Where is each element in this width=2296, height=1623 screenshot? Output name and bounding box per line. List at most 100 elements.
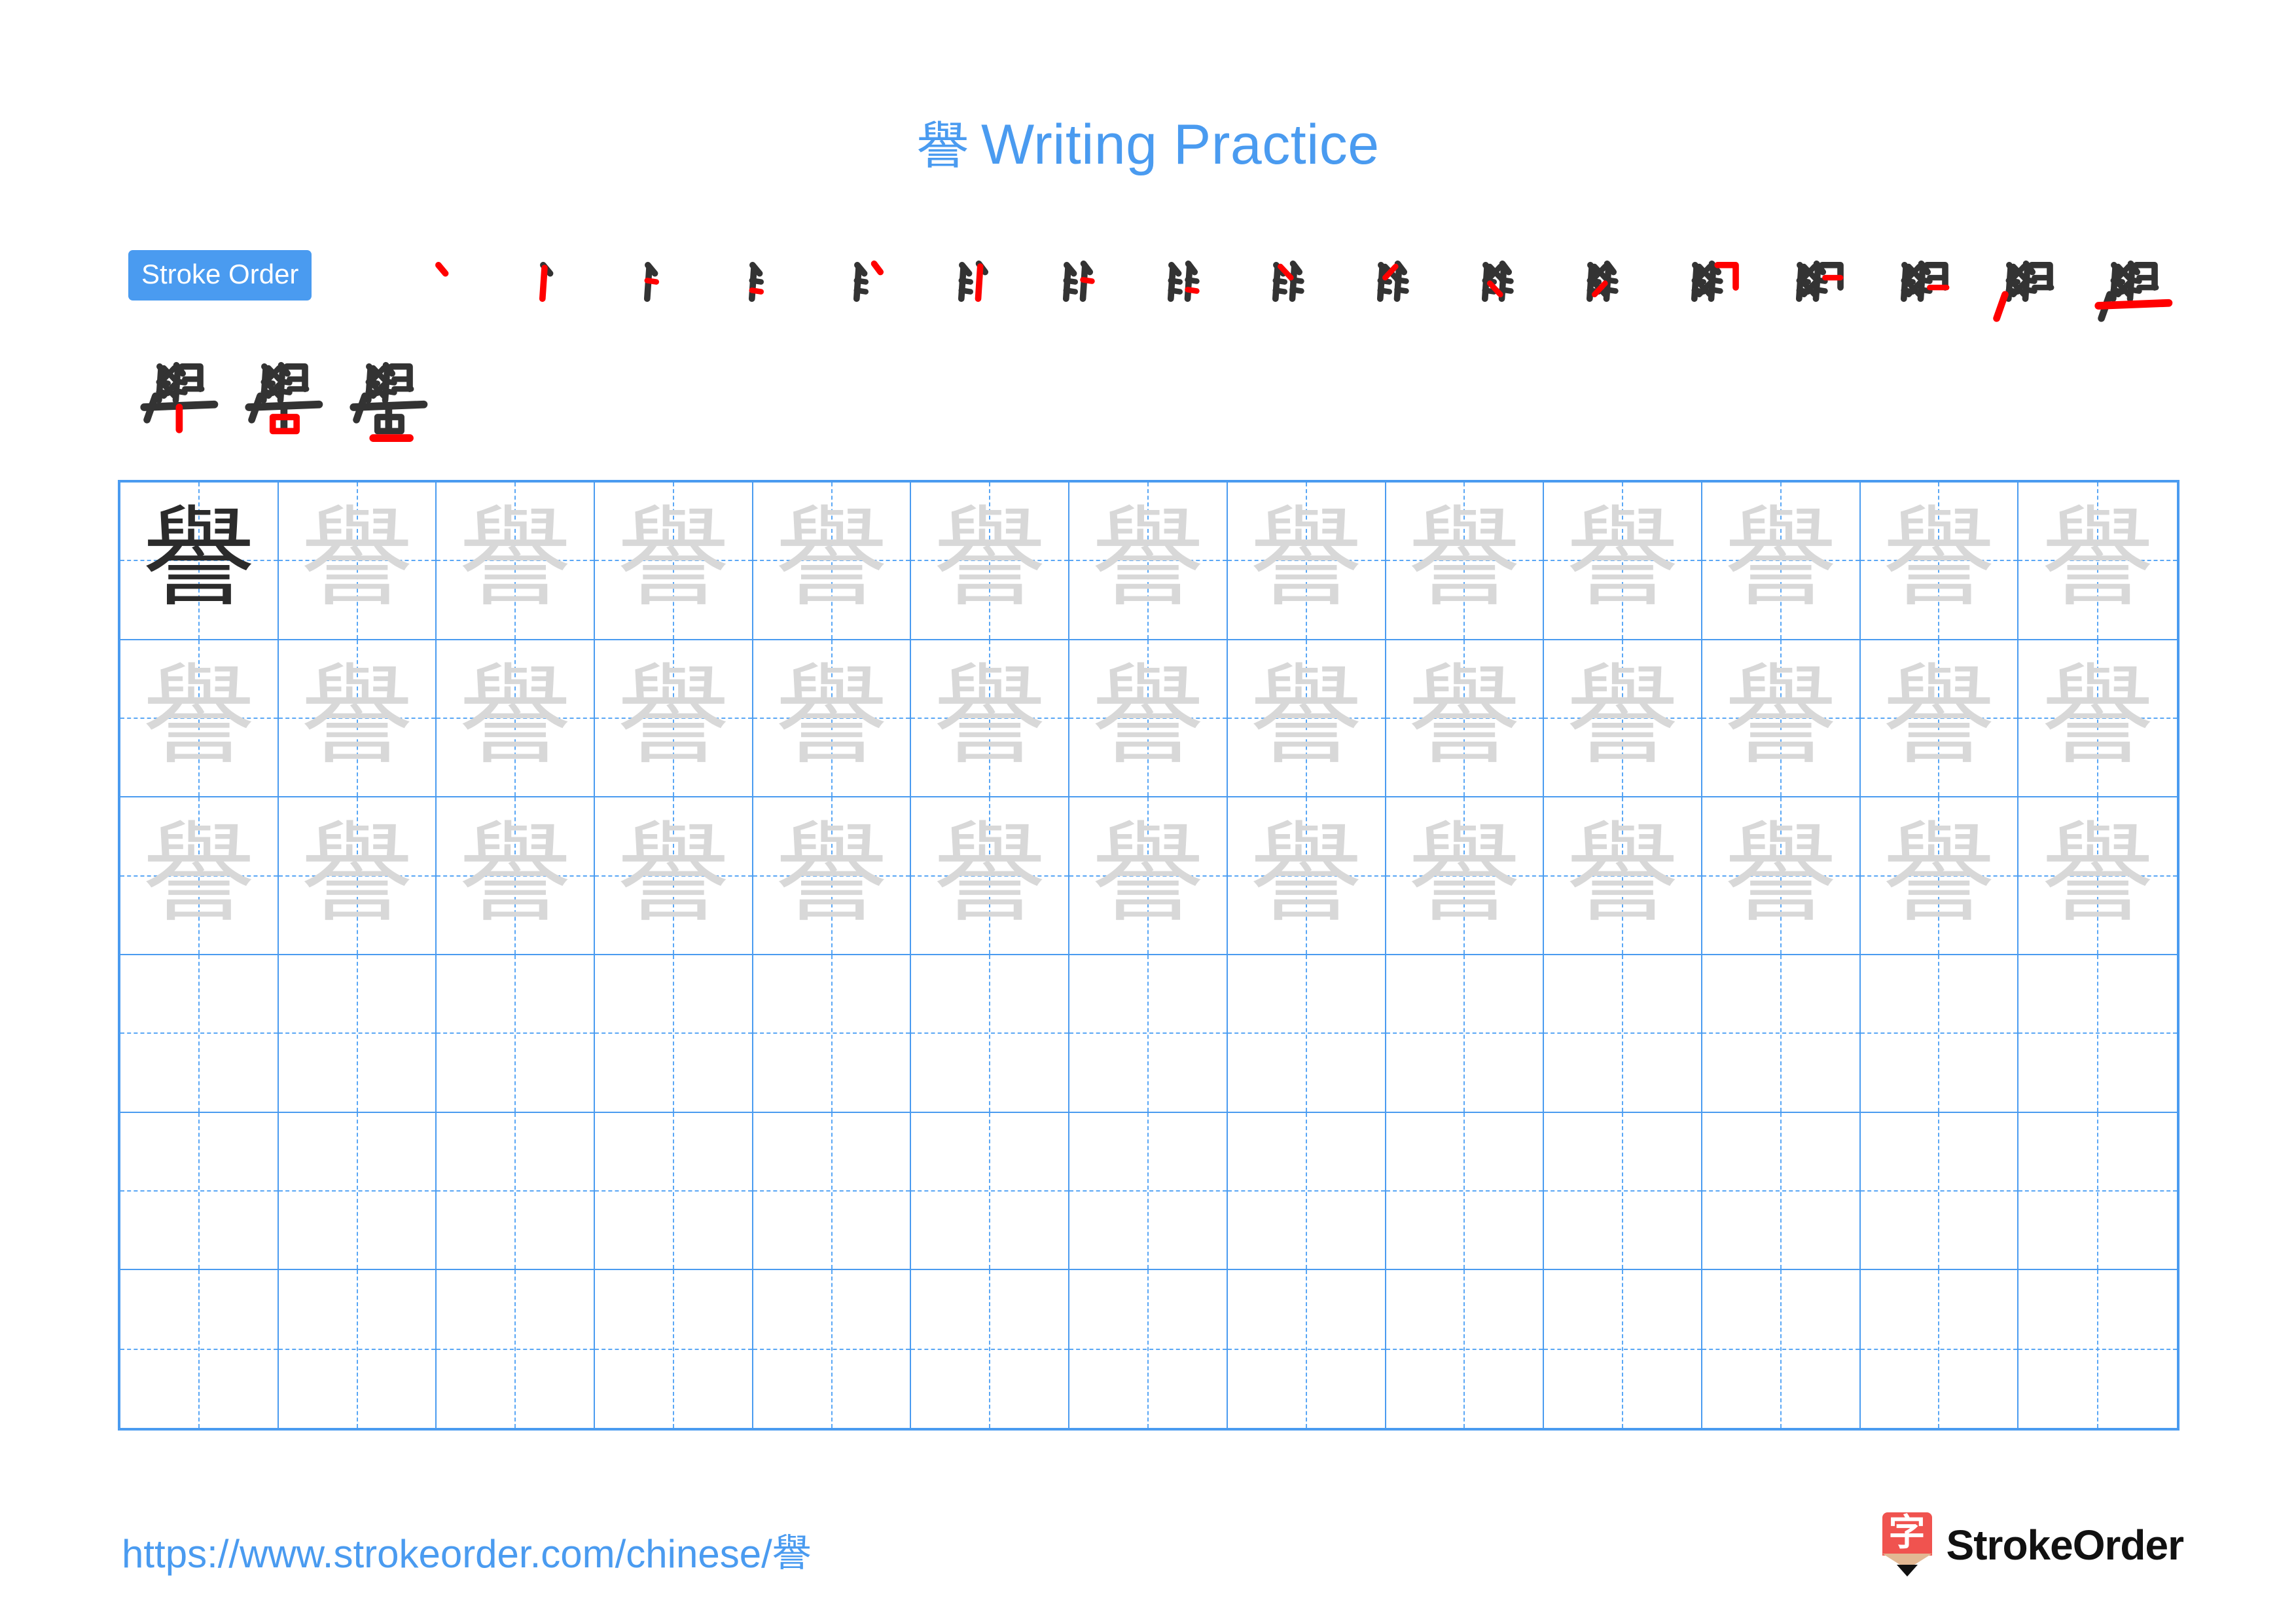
practice-cell[interactable] — [437, 1270, 596, 1428]
practice-cell[interactable] — [911, 1270, 1070, 1428]
trace-character: 譽 — [1724, 651, 1837, 784]
stroke-step-diagram — [140, 361, 219, 433]
practice-cell[interactable] — [1544, 1112, 1702, 1271]
practice-cell[interactable] — [1702, 1270, 1861, 1428]
practice-cell[interactable]: 譽 — [1860, 483, 2019, 640]
existing-stroke — [1394, 277, 1409, 284]
practice-cell[interactable] — [120, 1112, 279, 1271]
practice-cell[interactable] — [1702, 1112, 1861, 1271]
practice-cell[interactable] — [1227, 1112, 1386, 1271]
practice-cell[interactable] — [1544, 955, 1702, 1113]
practice-cell[interactable]: 譽 — [120, 797, 279, 955]
practice-cell[interactable] — [1228, 1270, 1386, 1428]
practice-cell[interactable] — [1386, 955, 1545, 1113]
practice-cell[interactable]: 譽 — [1069, 483, 1228, 640]
practice-cell[interactable]: 譽 — [911, 483, 1070, 640]
practice-cell[interactable]: 譽 — [2018, 640, 2177, 798]
trace-character: 譽 — [1408, 809, 1521, 941]
practice-cell[interactable]: 譽 — [1702, 483, 1861, 640]
practice-cell[interactable]: 譽 — [120, 483, 279, 640]
practice-cell[interactable] — [1544, 1270, 1702, 1428]
practice-cell[interactable]: 譽 — [1227, 797, 1386, 955]
practice-cell[interactable]: 譽 — [595, 483, 753, 640]
practice-cell[interactable]: 譽 — [1227, 483, 1386, 640]
practice-cell[interactable] — [1386, 1270, 1545, 1428]
practice-cell[interactable] — [437, 955, 596, 1113]
practice-cell[interactable]: 譽 — [1227, 640, 1386, 798]
practice-cell[interactable]: 譽 — [595, 640, 753, 798]
practice-cell[interactable] — [1069, 955, 1228, 1113]
practice-cell[interactable] — [595, 1270, 753, 1428]
practice-cell[interactable]: 譽 — [2018, 483, 2177, 640]
practice-cell[interactable] — [595, 1112, 753, 1271]
practice-cell[interactable]: 譽 — [278, 640, 437, 798]
trace-character: 譽 — [1249, 809, 1363, 941]
practice-cell[interactable] — [1069, 1112, 1228, 1271]
empty-cell — [1386, 955, 1543, 1112]
practice-cell[interactable] — [2018, 1113, 2177, 1271]
practice-cell[interactable] — [1860, 1112, 2019, 1271]
practice-cell[interactable]: 譽 — [437, 640, 596, 798]
practice-cell[interactable]: 譽 — [595, 797, 753, 955]
practice-cell[interactable] — [1702, 955, 1861, 1113]
trace-character: 譽 — [1566, 651, 1679, 784]
practice-cell[interactable]: 譽 — [753, 483, 912, 640]
practice-cell[interactable] — [1227, 955, 1386, 1113]
existing-stroke — [749, 278, 764, 285]
practice-cell[interactable] — [120, 955, 279, 1113]
practice-cell[interactable] — [753, 955, 912, 1113]
practice-cell[interactable] — [2018, 1270, 2177, 1428]
practice-cell[interactable]: 譽 — [2018, 797, 2177, 955]
practice-cell[interactable] — [911, 1112, 1070, 1271]
practice-cell[interactable]: 譽 — [1544, 797, 1702, 955]
practice-cell[interactable] — [2018, 955, 2177, 1113]
practice-cell[interactable] — [1860, 955, 2019, 1113]
practice-cell[interactable]: 譽 — [911, 797, 1070, 955]
practice-cell[interactable] — [120, 1270, 279, 1428]
brand-logo[interactable]: 字 StrokeOrder — [1882, 1509, 2184, 1581]
existing-stroke — [1708, 277, 1723, 284]
trace-character: 譽 — [617, 494, 730, 627]
stroke-step-diagram — [1167, 260, 1200, 302]
practice-cell[interactable] — [278, 1112, 437, 1271]
stroke-step-diagram — [958, 260, 989, 302]
practice-cell[interactable]: 譽 — [278, 483, 437, 640]
practice-cell[interactable]: 譽 — [1544, 640, 1702, 798]
practice-cell[interactable]: 譽 — [911, 640, 1070, 798]
practice-cell[interactable]: 譽 — [1702, 640, 1861, 798]
footer-url[interactable]: https://www.strokeorder.com/chinese/譽 — [122, 1522, 812, 1579]
practice-cell[interactable]: 譽 — [1702, 797, 1861, 955]
practice-cell[interactable] — [279, 1270, 437, 1428]
practice-cell[interactable] — [1861, 1270, 2019, 1428]
empty-cell — [1544, 1270, 1701, 1428]
practice-cell[interactable]: 譽 — [1386, 797, 1545, 955]
practice-cell[interactable]: 譽 — [437, 797, 596, 955]
practice-cell[interactable]: 譽 — [1386, 483, 1545, 640]
practice-cell[interactable]: 譽 — [120, 640, 279, 798]
practice-cell[interactable]: 譽 — [278, 797, 437, 955]
stroke-step-diagram — [1795, 260, 1844, 302]
practice-cell[interactable] — [753, 1270, 912, 1428]
practice-cell[interactable]: 譽 — [1544, 483, 1702, 640]
practice-cell[interactable]: 譽 — [1860, 797, 2019, 955]
practice-cell[interactable] — [595, 955, 753, 1113]
empty-cell — [1069, 1113, 1227, 1269]
practice-cell[interactable] — [1386, 1112, 1545, 1271]
practice-cell[interactable] — [437, 1112, 596, 1271]
practice-cell[interactable]: 譽 — [1069, 640, 1228, 798]
trace-character: 譽 — [459, 651, 572, 784]
practice-cell[interactable] — [753, 1112, 912, 1271]
practice-cell[interactable] — [911, 955, 1070, 1113]
practice-cell[interactable]: 譽 — [1860, 640, 2019, 798]
practice-cell[interactable]: 譽 — [1386, 640, 1545, 798]
practice-cell[interactable] — [1069, 1270, 1228, 1428]
practice-cell[interactable]: 譽 — [753, 797, 912, 955]
stroke-step — [1873, 247, 1978, 345]
practice-cell[interactable]: 譽 — [753, 640, 912, 798]
brand-mark-character: 字 — [1888, 1512, 1926, 1554]
practice-cell[interactable] — [278, 955, 437, 1113]
trace-character: 譽 — [775, 809, 888, 941]
practice-cell[interactable]: 譽 — [437, 483, 596, 640]
empty-cell — [595, 1113, 752, 1269]
practice-cell[interactable]: 譽 — [1069, 797, 1228, 955]
